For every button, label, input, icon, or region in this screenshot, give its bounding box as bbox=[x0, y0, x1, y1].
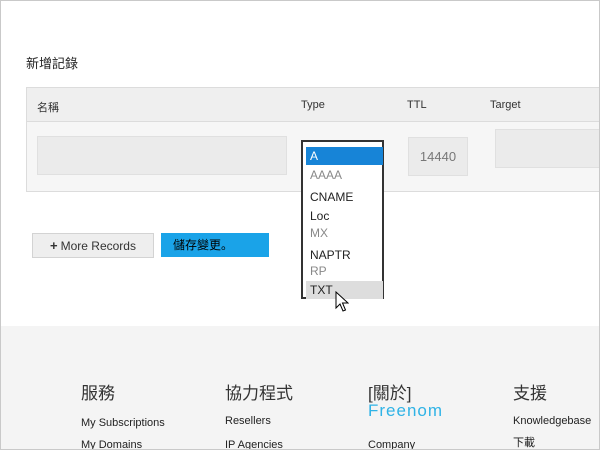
footer-heading-services: 服務 bbox=[81, 384, 115, 403]
record-type-dropdown[interactable]: A AAAA CNAME Loc MX NAPTR RP TXT bbox=[301, 140, 384, 299]
type-option-aaaa: AAAA bbox=[310, 168, 343, 182]
footer-heading-partners: 協力程式 bbox=[225, 384, 293, 403]
type-option-cname[interactable]: CNAME bbox=[306, 188, 383, 206]
footer-link-ip-agencies[interactable]: IP Agencies bbox=[225, 439, 283, 449]
more-records-button[interactable]: + More Records bbox=[32, 233, 154, 258]
footer-link-downloads[interactable]: 下載 bbox=[513, 434, 535, 449]
footer: 服務 My Subscriptions My Domains 協力程式 Rese… bbox=[1, 326, 599, 449]
more-records-label: More Records bbox=[60, 239, 136, 253]
mouse-pointer-icon bbox=[335, 290, 350, 318]
plus-icon: + bbox=[50, 238, 58, 253]
footer-link-knowledgebase[interactable]: Knowledgebase bbox=[513, 415, 591, 427]
ttl-input[interactable]: 14440 bbox=[408, 137, 468, 176]
column-header-ttl: TTL bbox=[407, 99, 427, 111]
column-header-name: 名稱 bbox=[37, 102, 59, 114]
freenom-logo[interactable]: Freenom bbox=[368, 401, 443, 421]
type-option-rp: RP bbox=[310, 264, 327, 278]
footer-link-company[interactable]: Company bbox=[368, 439, 415, 449]
type-option-loc[interactable]: Loc bbox=[306, 207, 383, 225]
target-input[interactable] bbox=[495, 129, 599, 168]
record-name-input[interactable] bbox=[37, 136, 287, 175]
add-record-title: 新增記錄 bbox=[26, 56, 79, 71]
footer-link-resellers[interactable]: Resellers bbox=[225, 415, 271, 427]
table-header-row: 名稱 Type TTL Target bbox=[27, 88, 599, 122]
dns-records-panel: 新增記錄 名稱 Type TTL Target 14440 A AAAA CNA… bbox=[0, 0, 600, 450]
column-header-type: Type bbox=[301, 99, 325, 111]
type-option-a[interactable]: A bbox=[306, 147, 383, 165]
footer-link-my-subscriptions[interactable]: My Subscriptions bbox=[81, 417, 165, 429]
footer-link-my-domains[interactable]: My Domains bbox=[81, 439, 142, 449]
save-changes-button[interactable]: 儲存變更。 bbox=[161, 233, 269, 257]
footer-heading-support: 支援 bbox=[513, 384, 547, 403]
type-option-mx: MX bbox=[310, 226, 328, 240]
column-header-target: Target bbox=[490, 99, 521, 111]
